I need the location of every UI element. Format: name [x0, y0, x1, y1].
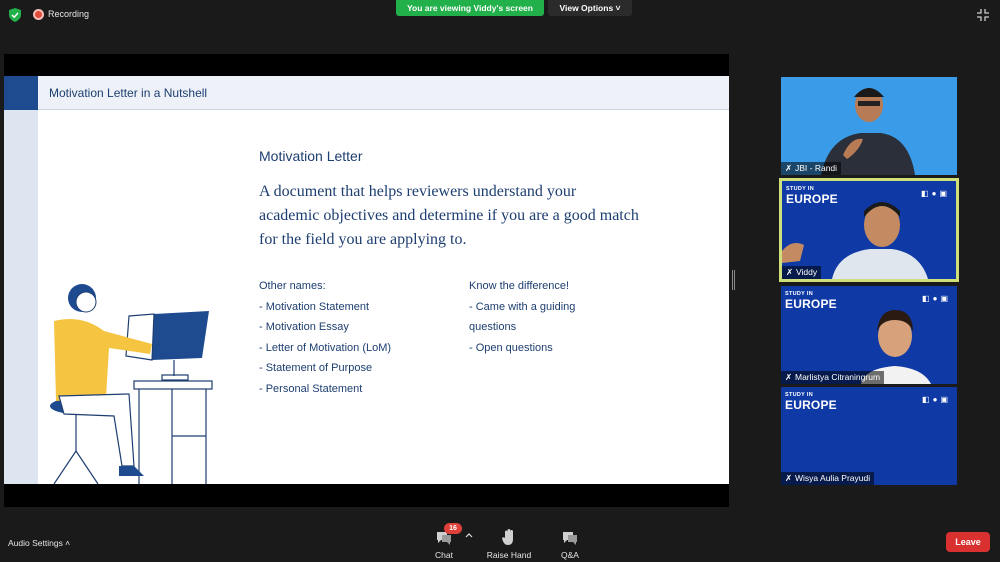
study-in-europe-logo: STUDY IN EUROPE: [785, 392, 837, 412]
list-item: - Statement of Purpose: [259, 362, 373, 374]
panel-resize-handle[interactable]: [732, 270, 735, 290]
presentation-slide: Motivation Letter in a Nutshell Motivati…: [4, 76, 729, 484]
other-names-list: Other names: - Motivation Statement - Mo…: [259, 276, 391, 399]
participant-video: [781, 77, 957, 175]
chat-label: Chat: [435, 550, 453, 560]
muted-mic-icon: ✗: [785, 163, 793, 173]
view-options-button[interactable]: View Options ˅: [548, 0, 632, 16]
participant-name: ✗ Marlistya Citraningrum: [781, 371, 885, 384]
muted-mic-icon: ✗: [785, 473, 793, 483]
other-names-header: Other names:: [259, 280, 326, 292]
slide-heading: Motivation Letter: [259, 148, 363, 164]
list-item: - Letter of Motivation (LoM): [259, 341, 392, 354]
viewing-screen-banner: You are viewing Viddy's screen: [396, 0, 544, 16]
slide-side-band: [4, 110, 38, 484]
muted-mic-icon: ✗: [785, 372, 793, 382]
active-speaker-tile[interactable]: STUDY IN EUROPE ◧●▣ ✗ Viddy: [779, 178, 959, 282]
list-item: - Open questions: [469, 341, 553, 354]
raise-hand-label: Raise Hand: [486, 550, 532, 560]
slide-accent-corner: [4, 76, 38, 110]
slide-title: Motivation Letter in a Nutshell: [49, 86, 208, 100]
tile-icons: ◧●▣: [922, 395, 951, 404]
list-item: - Motivation Statement: [259, 300, 370, 313]
muted-mic-icon: ✗: [786, 267, 794, 277]
recording-icon: [33, 9, 44, 20]
list-item: - Came with a guiding: [469, 300, 576, 313]
participant-video: [782, 202, 928, 279]
recording-label: Recording: [48, 9, 90, 19]
participant-name: ✗ JBI - Randi: [781, 162, 842, 175]
chat-options-chevron-icon[interactable]: [465, 532, 473, 538]
list-item: questions: [469, 321, 517, 333]
person-at-computer-illustration: [50, 284, 213, 484]
qa-label: Q&A: [561, 550, 579, 560]
qa-icon: [563, 532, 577, 545]
list-item: - Motivation Essay: [259, 321, 349, 333]
security-shield-icon[interactable]: [9, 8, 21, 22]
participant-video-tile[interactable]: ✗ JBI - Randi: [781, 77, 957, 175]
participant-video: [861, 310, 931, 384]
difference-list: Know the difference! - Came with a guidi…: [469, 276, 575, 358]
exit-fullscreen-icon[interactable]: [976, 8, 990, 22]
audio-settings-button[interactable]: Audio Settings ˄: [8, 538, 70, 548]
meeting-top-bar: Recording You are viewing Viddy's screen…: [0, 0, 1000, 30]
participant-video-tile[interactable]: STUDY IN EUROPE ◧●▣ ✗ Wisya Aulia Prayudi: [781, 387, 957, 485]
participant-name: ✗ Wisya Aulia Prayudi: [781, 472, 875, 485]
raise-hand-button[interactable]: Raise Hand: [481, 526, 537, 560]
participant-video-tile[interactable]: STUDY IN EUROPE ◧●▣ ✗ Marlistya Citraning…: [781, 286, 957, 384]
list-item: - Personal Statement: [259, 382, 363, 395]
participant-name: ✗ Viddy: [782, 266, 822, 279]
chat-unread-badge: 16: [444, 523, 462, 534]
meeting-controls-bar: Audio Settings ˄ Chat 16 Raise Hand Q&A …: [0, 522, 1000, 562]
slide-definition: A document that helps reviewers understa…: [259, 183, 639, 248]
qa-button[interactable]: Q&A: [542, 526, 598, 560]
leave-button[interactable]: Leave: [946, 532, 990, 552]
difference-header: Know the difference!: [469, 280, 570, 292]
raise-hand-icon: [502, 529, 513, 545]
